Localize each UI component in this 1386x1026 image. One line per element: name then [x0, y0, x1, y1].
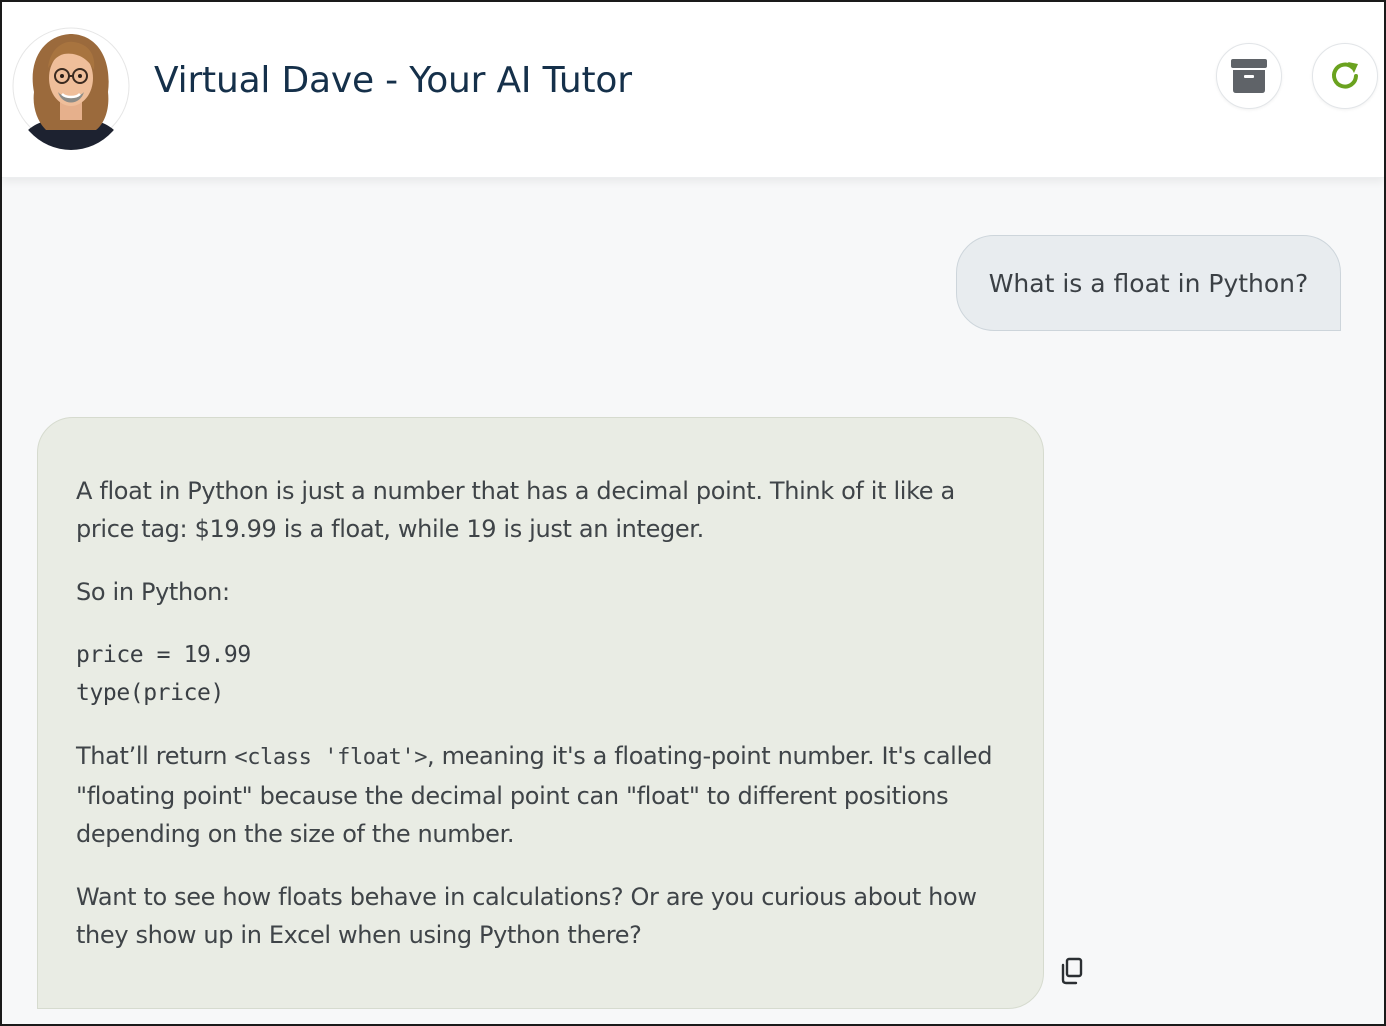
code-line: type(price) — [76, 680, 224, 706]
code-block: price = 19.99 type(price) — [76, 636, 1007, 712]
app-window: Virtual Dave - Your AI Tutor What is a f… — [0, 0, 1386, 1026]
header: Virtual Dave - Your AI Tutor — [2, 2, 1384, 178]
assistant-paragraph: So in Python: — [76, 578, 230, 606]
user-message-bubble: What is a float in Python? — [956, 235, 1341, 331]
assistant-paragraph: Want to see how floats behave in calcula… — [76, 883, 977, 949]
refresh-icon — [1332, 62, 1358, 89]
copy-icon — [1061, 957, 1083, 985]
archive-box-icon — [1231, 59, 1267, 93]
assistant-message-bubble: A float in Python is just a number that … — [37, 417, 1044, 1009]
inline-code: <class 'float'> — [234, 745, 428, 770]
tutor-avatar — [12, 22, 130, 150]
assistant-paragraph: That’ll return <class 'float'>, meaning … — [76, 737, 1007, 853]
assistant-paragraph: A float in Python is just a number that … — [76, 477, 955, 543]
code-line: price = 19.99 — [76, 642, 251, 668]
paragraph-text: That’ll return — [76, 742, 235, 770]
archive-button[interactable] — [1216, 43, 1282, 109]
page-title: Virtual Dave - Your AI Tutor — [154, 60, 632, 101]
copy-button[interactable] — [1059, 957, 1085, 985]
refresh-button[interactable] — [1312, 43, 1378, 109]
user-message-text: What is a float in Python? — [988, 268, 1309, 298]
